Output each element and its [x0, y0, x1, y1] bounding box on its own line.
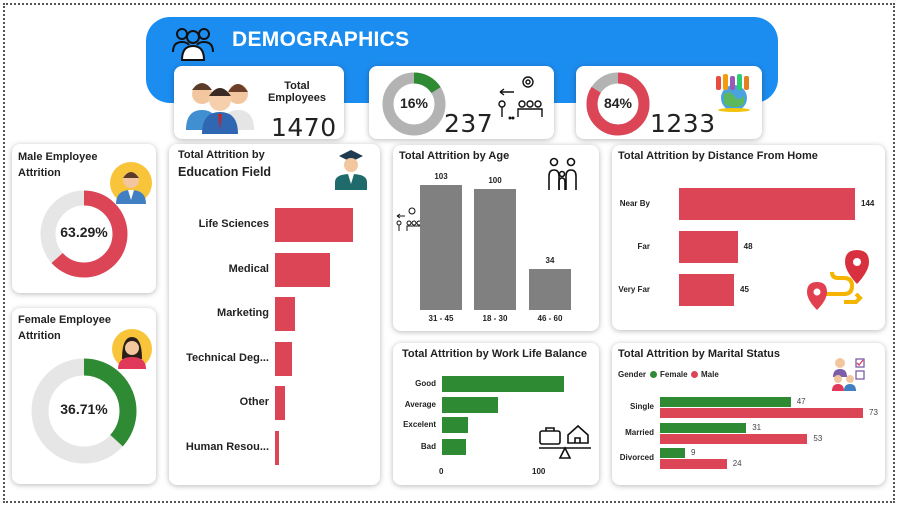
attrition-small-icon	[396, 207, 422, 231]
age-value-label: 103	[434, 172, 448, 181]
distance-category-label: Far	[637, 242, 650, 251]
marital-male-bar	[660, 434, 808, 444]
age-value-label: 34	[545, 255, 555, 265]
distance-value-label: 45	[740, 285, 749, 294]
work-life-axis-tick: 0	[439, 467, 444, 476]
total-employees-label: Total Employees	[267, 80, 327, 104]
marital-male-value: 73	[869, 408, 878, 417]
distance-value-label: 144	[861, 199, 875, 208]
distance-bar	[679, 274, 734, 306]
route-map-icon	[807, 250, 869, 310]
total-employees-value: 1470	[271, 113, 337, 142]
education-bar	[275, 341, 292, 376]
age-bar	[474, 188, 516, 310]
marital-title: Total Attrition by Marital Status	[618, 348, 780, 360]
marital-category-label: Single	[629, 402, 654, 411]
education-title-line1: Total Attrition by	[178, 149, 265, 161]
couple-checklist-icon	[832, 358, 865, 391]
education-category-label: Human Resou...	[185, 440, 269, 453]
work-life-title: Total Attrition by Work Life Balance	[402, 348, 587, 360]
legend-male-dot[interactable]	[691, 371, 698, 378]
attrition-people-icon	[498, 76, 543, 120]
work-life-category-label: Excelent	[403, 420, 436, 429]
page-title: DEMOGRAPHICS	[232, 28, 410, 51]
attrition-percent: 16%	[399, 95, 429, 111]
age-bar	[420, 185, 462, 310]
age-title: Total Attrition by Age	[399, 150, 510, 162]
female-attrition-percent: 36.71%	[60, 401, 108, 417]
work-life-balance-icon	[539, 424, 591, 459]
education-bar	[275, 386, 285, 420]
age-category-label: 31 - 45	[428, 314, 454, 323]
age-value-label: 100	[488, 175, 502, 185]
marital-female-bar	[660, 448, 686, 458]
age-bar	[529, 268, 571, 310]
marital-category-label: Married	[625, 428, 654, 437]
legend-female-dot[interactable]	[650, 371, 657, 378]
work-life-bar	[442, 397, 498, 413]
female-attrition-title: Female Employee Attrition	[18, 314, 111, 342]
work-life-card[interactable]	[393, 343, 599, 485]
education-bar	[275, 252, 331, 287]
work-life-category-label: Bad	[420, 442, 436, 451]
work-life-axis-tick: 100	[532, 467, 546, 476]
work-life-bar	[442, 417, 468, 433]
distance-bar	[679, 188, 855, 220]
education-title-line2: Education Field	[178, 165, 272, 179]
marital-category-label: Divorced	[619, 453, 654, 462]
education-bar	[275, 430, 279, 465]
graduate-icon	[335, 150, 367, 190]
education-bar	[275, 297, 296, 331]
marital-female-value: 47	[796, 397, 806, 406]
marital-male-value: 53	[813, 434, 823, 443]
age-category-label: 46 - 60	[537, 314, 563, 323]
age-category-label: 18 - 30	[482, 314, 508, 323]
marital-female-value: 9	[691, 448, 696, 457]
distance-category-label: Near By	[619, 199, 650, 208]
marital-male-bar	[660, 459, 727, 469]
family-icon	[548, 157, 577, 190]
education-category-label: Other	[239, 396, 269, 408]
retained-percent: 84%	[603, 95, 633, 111]
education-category-label: Marketing	[217, 307, 269, 319]
distance-value-label: 48	[743, 242, 753, 251]
male-attrition-percent: 63.29%	[60, 224, 108, 240]
marital-male-bar	[660, 408, 863, 418]
education-category-label: Life Sciences	[198, 218, 269, 230]
marital-female-bar	[660, 397, 791, 407]
education-category-label: Medical	[228, 262, 269, 275]
legend-title: Gender	[618, 370, 647, 379]
globe-people-icon	[716, 74, 750, 112]
education-category-label: Technical Deg...	[186, 351, 269, 364]
marital-female-bar	[660, 423, 747, 433]
work-life-category-label: Good	[415, 379, 436, 388]
attrition-count: 237	[444, 109, 494, 138]
team-icon	[172, 28, 214, 61]
work-life-bar	[442, 439, 466, 455]
male-attrition-title: Male Employee Attrition	[18, 151, 98, 179]
marital-male-value: 24	[732, 459, 742, 468]
retained-count: 1233	[650, 109, 716, 138]
legend-male-label[interactable]: Male	[701, 370, 719, 379]
legend-female-label[interactable]: Female	[660, 370, 688, 379]
distance-bar	[679, 231, 738, 263]
work-life-category-label: Average	[404, 400, 436, 409]
education-bar	[275, 208, 353, 242]
employees-icon	[186, 83, 254, 134]
work-life-bar	[442, 376, 564, 392]
marital-female-value: 31	[752, 423, 762, 432]
distance-title: Total Attrition by Distance From Home	[618, 150, 818, 162]
distance-category-label: Very Far	[618, 285, 650, 294]
